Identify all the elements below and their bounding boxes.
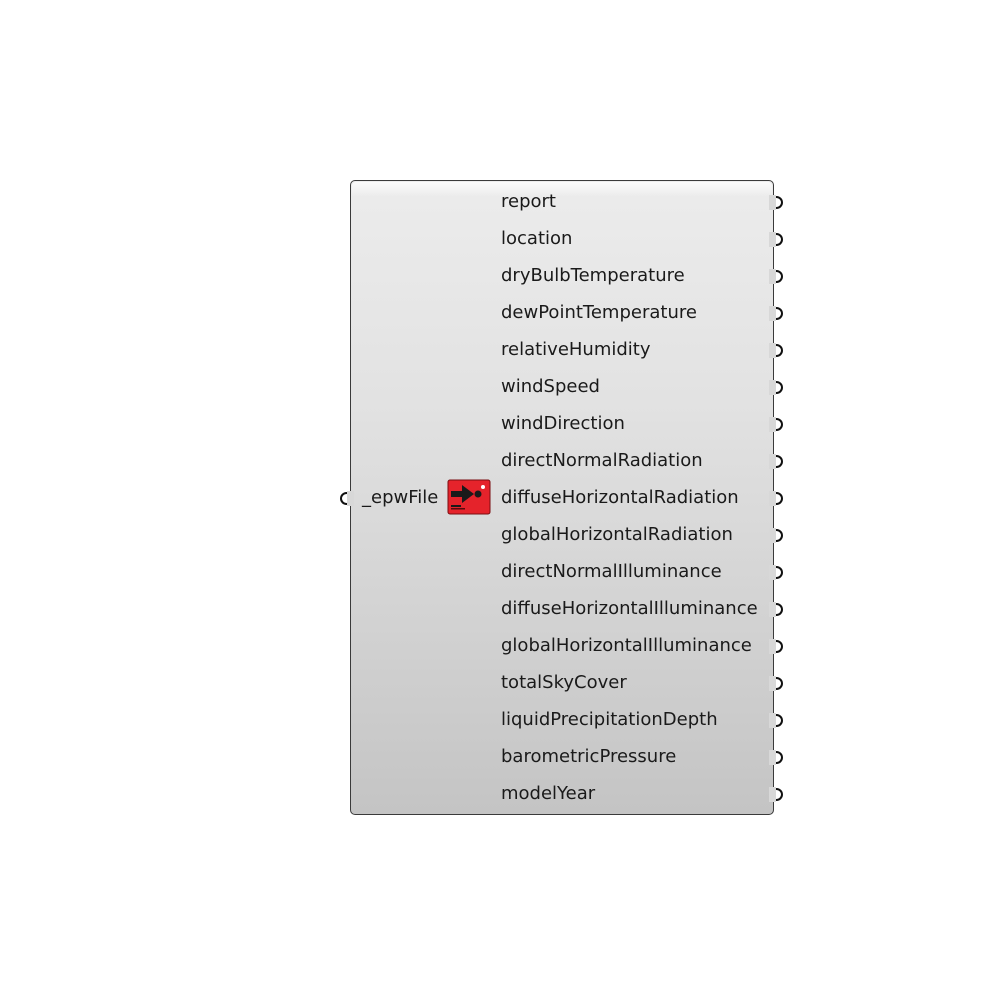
output-label: directNormalRadiation <box>501 450 703 471</box>
output-grip[interactable] <box>769 787 783 802</box>
output-label: dryBulbTemperature <box>501 265 685 286</box>
output-label: directNormalIlluminance <box>501 561 722 582</box>
output-grip[interactable] <box>769 491 783 506</box>
output-label: relativeHumidity <box>501 339 651 360</box>
output-grip[interactable] <box>769 269 783 284</box>
ladybug-import-epw-icon-svg <box>447 479 491 515</box>
output-label: windDirection <box>501 413 625 434</box>
output-label: report <box>501 191 556 212</box>
output-grip[interactable] <box>769 528 783 543</box>
output-label: diffuseHorizontalRadiation <box>501 487 739 508</box>
output-grip[interactable] <box>769 417 783 432</box>
output-label: liquidPrecipitationDepth <box>501 709 718 730</box>
output-grip[interactable] <box>769 565 783 580</box>
output-label: modelYear <box>501 783 596 804</box>
output-label: globalHorizontalRadiation <box>501 524 733 545</box>
output-grip[interactable] <box>769 195 783 210</box>
output-grip[interactable] <box>769 750 783 765</box>
output-grip[interactable] <box>769 676 783 691</box>
output-grip[interactable] <box>769 639 783 654</box>
output-label: windSpeed <box>501 376 600 397</box>
output-grip[interactable] <box>769 306 783 321</box>
component-header-highlight <box>352 182 772 196</box>
output-grip[interactable] <box>769 602 783 617</box>
output-grip[interactable] <box>769 380 783 395</box>
output-label: diffuseHorizontalIlluminance <box>501 598 758 619</box>
grasshopper-canvas[interactable]: _epwFile report location dryBulbTemperatur… <box>0 0 1000 1000</box>
output-grip[interactable] <box>769 232 783 247</box>
output-label: dewPointTemperature <box>501 302 697 323</box>
output-label: globalHorizontalIlluminance <box>501 635 752 656</box>
ladybug-import-epw-icon <box>447 479 491 515</box>
input-grip-epw-file[interactable] <box>340 491 354 506</box>
output-label: totalSkyCover <box>501 672 627 693</box>
output-grip[interactable] <box>769 713 783 728</box>
output-grip[interactable] <box>769 454 783 469</box>
output-grip[interactable] <box>769 343 783 358</box>
input-label-epw-file: _epwFile <box>362 487 439 508</box>
output-label: barometricPressure <box>501 746 677 767</box>
output-label: location <box>501 228 573 249</box>
